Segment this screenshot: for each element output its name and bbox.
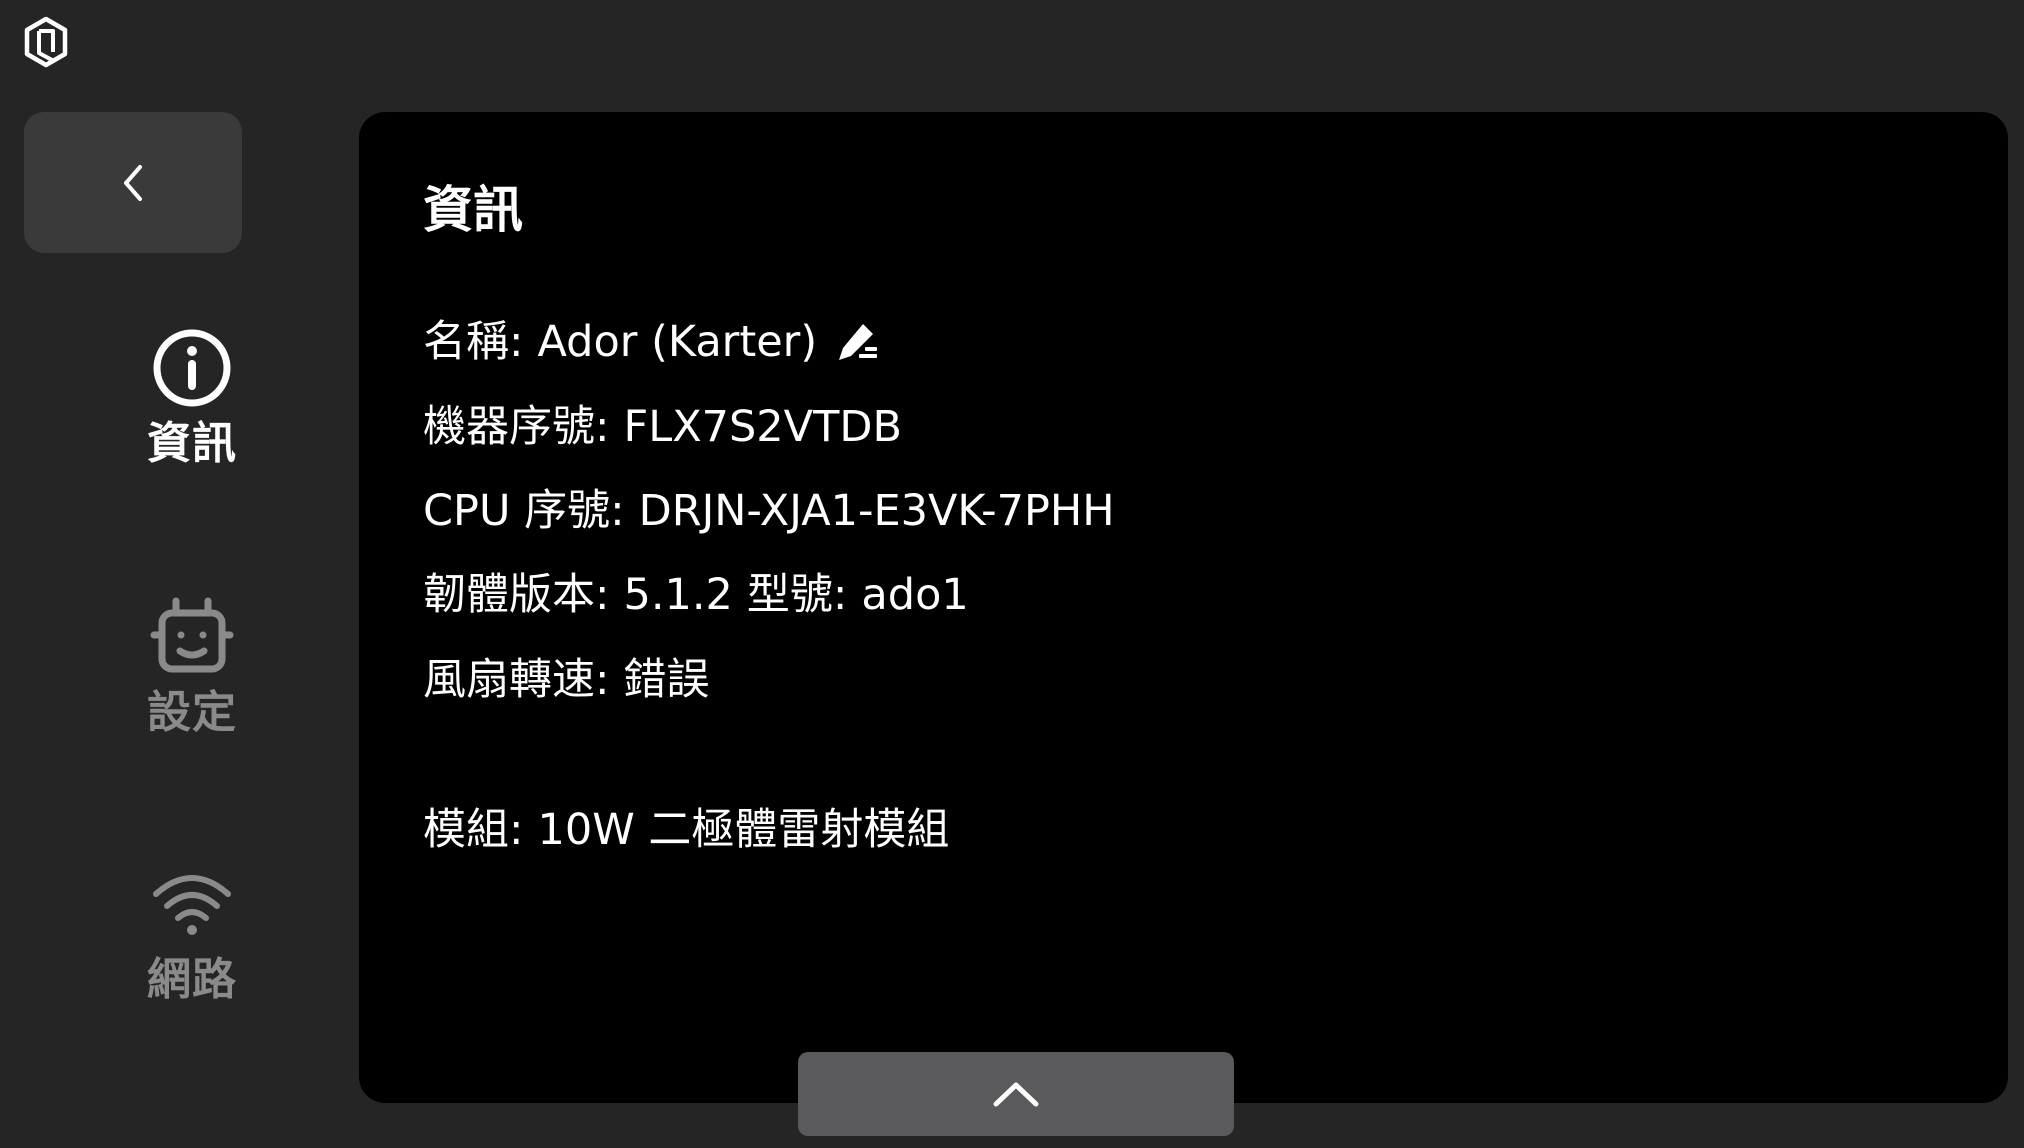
logo-icon xyxy=(22,16,70,68)
fan-speed-row: 風扇轉速: 錯誤 xyxy=(423,652,710,708)
firmware-label: 韌體版本: xyxy=(423,570,610,620)
scroll-up-button[interactable] xyxy=(798,1052,1234,1136)
sidebar-item-settings[interactable]: 設定 xyxy=(112,595,272,741)
name-value: Ador (Karter) xyxy=(537,317,818,367)
app-window: 資訊 設定 網路 資訊 名稱: Ador (Karter) 機器序號: FLX7… xyxy=(0,0,2024,1148)
robot-settings-icon xyxy=(150,595,234,679)
info-circle-icon xyxy=(150,326,234,410)
model-value: ado1 xyxy=(861,570,969,620)
pencil-edit-icon[interactable] xyxy=(835,320,879,364)
chevron-up-icon xyxy=(993,1082,1039,1107)
back-button[interactable] xyxy=(24,112,242,253)
chevron-left-icon xyxy=(124,164,142,201)
sidebar-item-label: 資訊 xyxy=(147,418,237,469)
name-label: 名稱: xyxy=(423,317,524,367)
sidebar-item-network[interactable]: 網路 xyxy=(112,862,272,1008)
cpu-serial-label: CPU 序號: xyxy=(423,486,625,536)
page-title: 資訊 xyxy=(423,181,523,239)
module-value: 10W 二極體雷射模組 xyxy=(537,805,950,855)
sidebar-item-label: 設定 xyxy=(147,687,237,738)
cpu-serial-row: CPU 序號: DRJN-XJA1-E3VK-7PHH xyxy=(423,483,1115,539)
model-label: 型號: xyxy=(746,570,848,620)
fan-speed-value: 錯誤 xyxy=(623,655,710,705)
firmware-row: 韌體版本: 5.1.2 型號: ado1 xyxy=(423,567,969,623)
module-row: 模組: 10W 二極體雷射模組 xyxy=(423,802,949,858)
name-row: 名稱: Ador (Karter) xyxy=(423,314,879,370)
info-panel: 資訊 名稱: Ador (Karter) 機器序號: FLX7S2VTDB CP… xyxy=(359,112,2008,1103)
wifi-icon xyxy=(150,862,234,946)
module-label: 模組: xyxy=(423,805,524,855)
sidebar-item-label: 網路 xyxy=(147,954,237,1005)
serial-row: 機器序號: FLX7S2VTDB xyxy=(423,399,902,455)
cpu-serial-value: DRJN-XJA1-E3VK-7PHH xyxy=(638,486,1115,536)
sidebar-item-info[interactable]: 資訊 xyxy=(112,326,272,472)
serial-value: FLX7S2VTDB xyxy=(623,402,902,452)
firmware-value: 5.1.2 xyxy=(623,570,733,620)
serial-label: 機器序號: xyxy=(423,402,610,452)
fan-speed-label: 風扇轉速: xyxy=(423,655,610,705)
